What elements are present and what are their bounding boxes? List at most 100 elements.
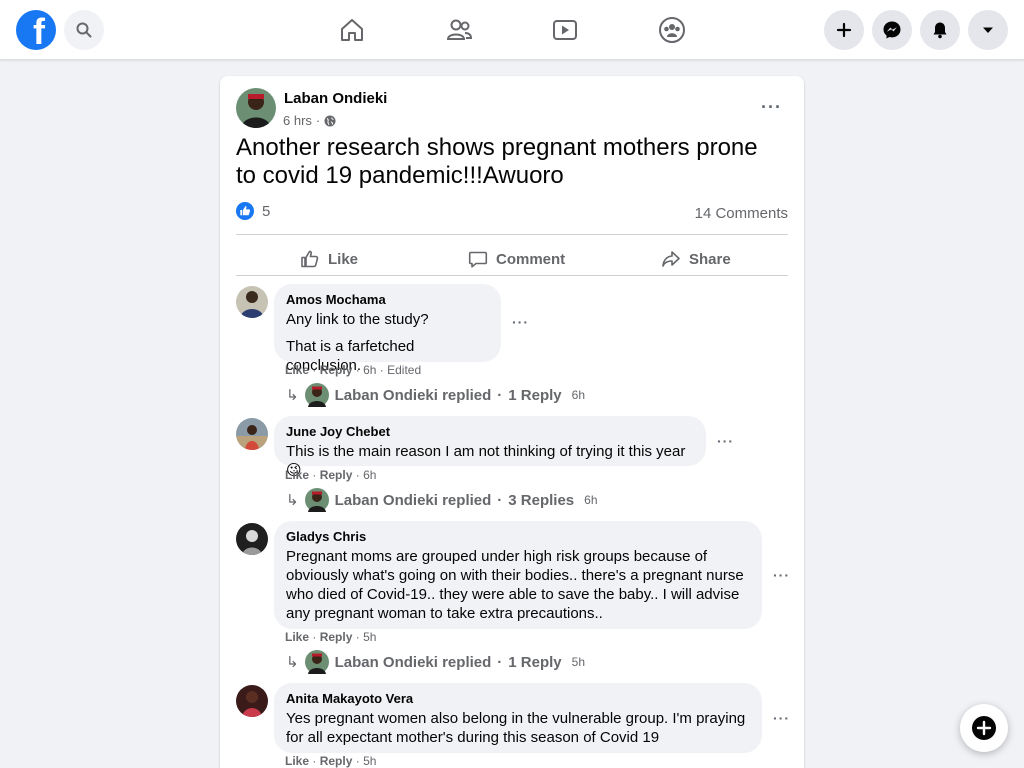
share-label: Share [689,250,731,268]
separator: · [355,630,360,644]
comment-time[interactable]: 6h [363,468,376,482]
comment-label: Comment [496,250,566,268]
commenter-avatar-image [236,523,268,555]
top-navigation-bar: f [0,0,1024,60]
commenter-avatar[interactable] [236,286,268,318]
friends-nav-tab[interactable] [441,12,477,48]
watch-nav-tab[interactable] [547,12,583,48]
separator: · [497,653,503,671]
comment-time[interactable]: 5h [363,630,376,644]
globe-icon [324,115,336,126]
view-replies-link[interactable]: ↳ Laban Ondieki replied · 1 Reply 5h [286,650,585,674]
actions-divider-bottom [236,275,788,276]
logo-letter: f [33,11,45,50]
replied-by: Laban Ondieki replied [334,491,492,509]
comment-bubble: Anita Makayoto Vera Yes pregnant women a… [274,683,762,753]
comment-actions: Like · Reply · 5h [285,754,376,768]
commenter-avatar[interactable] [236,523,268,555]
commenter-avatar[interactable] [236,685,268,717]
new-message-button[interactable] [960,704,1008,752]
reaction-count: 5 [262,202,271,220]
separator: · [312,363,317,377]
comment-edited-label: Edited [387,363,422,377]
separator: · [355,363,360,377]
create-button[interactable] [824,10,864,50]
like-button[interactable]: Like [300,242,358,276]
compose-plus-icon [972,716,996,740]
commenter-name[interactable]: Gladys Chris [286,529,750,545]
groups-nav-tab[interactable] [654,12,690,48]
home-nav-tab[interactable] [334,12,370,48]
comment-like-link[interactable]: Like [285,468,309,482]
comment-bubble: June Joy Chebet This is the main reason … [274,416,706,479]
comment-actions: Like · Reply · 6h · Edited [285,363,421,377]
commenter-name[interactable]: June Joy Chebet [286,424,694,440]
replies-time: 6h [571,388,585,402]
groups-icon [659,17,685,43]
notifications-button[interactable] [920,10,960,50]
comment-time[interactable]: 5h [363,754,376,768]
separator: · [497,386,503,404]
replies-count: 3 Replies [508,491,575,509]
comment-like-link[interactable]: Like [285,363,309,377]
commenter-name[interactable]: Amos Mochama [286,292,489,308]
comment-reply-link[interactable]: Reply [320,754,353,768]
caret-down-icon [983,27,993,33]
comment-text: Yes pregnant women also belong in the vu… [286,710,746,746]
replied-by: Laban Ondieki replied [334,386,492,404]
commenter-name[interactable]: Anita Makayoto Vera [286,691,750,707]
bell-icon [933,22,947,39]
separator: · [497,491,503,509]
post-time[interactable]: 6 hrs [283,113,312,128]
replies-count: 1 Reply [508,653,562,671]
author-avatar[interactable] [236,88,276,128]
comment-reply-link[interactable]: Reply [320,363,353,377]
friends-icon [446,19,473,40]
commenter-avatar-image [236,685,268,717]
separator: · [312,630,317,644]
reactions-summary[interactable]: 5 [236,202,270,220]
post-text: Another research shows pregnant mothers … [236,134,758,189]
search-button[interactable] [64,10,104,50]
comment-icon [468,251,488,268]
post-meta: 6 hrs · [283,113,336,128]
comment-options-button[interactable]: ··· [773,711,790,725]
meta-separator: · [315,113,321,128]
comment-text-line: Any link to the study? [286,311,429,328]
comment-like-link[interactable]: Like [285,630,309,644]
video-icon [553,20,577,40]
post-card: Laban Ondieki 6 hrs · ··· Another resear… [220,76,804,768]
comment-options-button[interactable]: ··· [512,315,529,329]
post-author-name[interactable]: Laban Ondieki [284,90,387,107]
post-options-button[interactable]: ··· [761,98,782,116]
comment-text: Pregnant moms are grouped under high ris… [286,548,744,622]
replier-avatar [304,650,329,674]
comment-like-link[interactable]: Like [285,754,309,768]
view-replies-link[interactable]: ↳ Laban Ondieki replied · 1 Reply 6h [286,383,585,407]
separator: · [312,468,317,482]
comment-options-button[interactable]: ··· [773,568,790,582]
comment-button[interactable]: Comment [468,242,565,276]
comments-count-link[interactable]: 14 Comments [695,205,788,222]
search-icon [76,22,92,38]
replier-avatar [304,488,329,512]
replies-time: 5h [571,655,585,669]
comment-time[interactable]: 6h [363,363,376,377]
account-menu-button[interactable] [968,10,1008,50]
facebook-logo[interactable]: f [16,10,56,50]
share-icon [662,251,680,267]
commenter-avatar-image [236,286,268,318]
thumbs-up-icon [301,250,319,268]
comment-actions: Like · Reply · 6h [285,468,376,482]
separator: · [379,363,384,377]
replies-count: 1 Reply [508,386,562,404]
commenter-avatar[interactable] [236,418,268,450]
plus-icon [836,22,852,38]
share-button[interactable]: Share [661,242,731,276]
comment-reply-link[interactable]: Reply [320,468,353,482]
comment-reply-link[interactable]: Reply [320,630,353,644]
view-replies-link[interactable]: ↳ Laban Ondieki replied · 3 Replies 6h [286,488,598,512]
messenger-button[interactable] [872,10,912,50]
comment-options-button[interactable]: ··· [717,434,734,448]
messenger-icon [883,21,901,39]
